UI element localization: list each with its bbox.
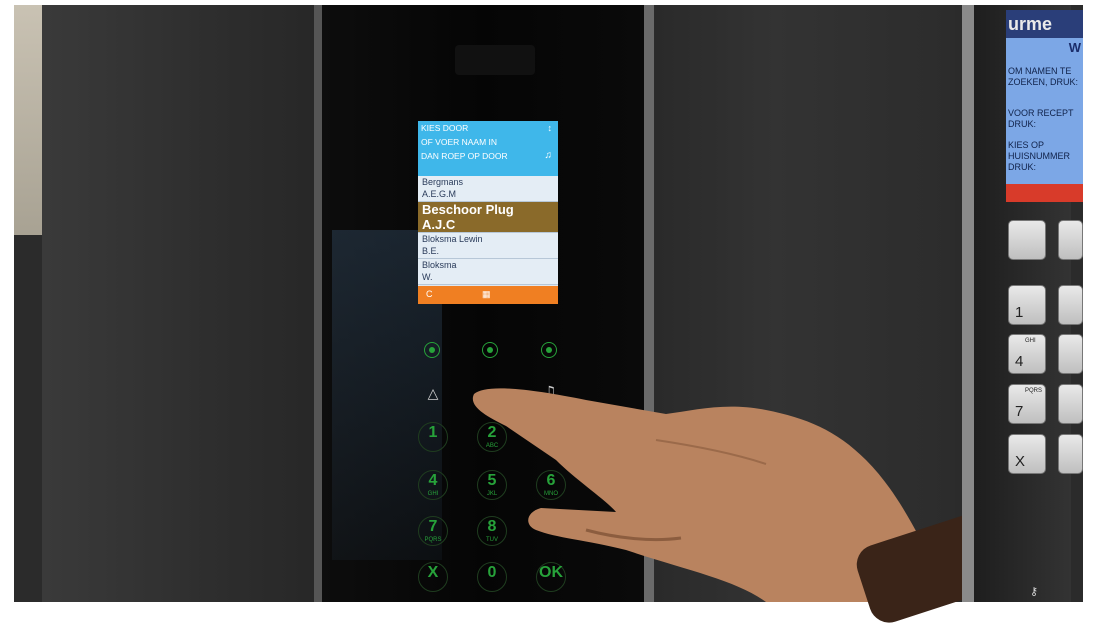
resident-entry-selected[interactable]: Beschoor Plug A.J.C xyxy=(418,202,558,233)
secondary-key-cancel[interactable]: X xyxy=(1008,434,1046,474)
header-line: DAN ROEP OP DOOR xyxy=(421,151,508,161)
resident-name: Bloksma Lewin xyxy=(422,234,483,244)
left-wall-panel xyxy=(42,5,342,602)
speaker-grille xyxy=(455,45,535,75)
keypad-icon: ▦ xyxy=(482,289,491,299)
updown-arrows-icon: ↕ xyxy=(547,123,553,133)
status-led-icon xyxy=(424,342,440,358)
secondary-key[interactable] xyxy=(1058,384,1083,424)
secondary-key[interactable] xyxy=(1058,285,1083,325)
instruction-text: VOOR RECEPT DRUK: xyxy=(1008,108,1074,129)
clear-icon: C xyxy=(426,289,433,299)
header-line: OF VOER NAAM IN xyxy=(421,137,498,147)
display-footer: C ▦ xyxy=(418,286,558,304)
secondary-key-4[interactable]: GHI 4 xyxy=(1008,334,1046,374)
instruction-text: KIES OP HUISNUMMER DRUK: xyxy=(1008,140,1070,172)
secondary-key[interactable] xyxy=(1058,434,1083,474)
resident-name: Bloksma xyxy=(422,260,457,270)
resident-initials: W. xyxy=(422,272,433,282)
scroll-up-button[interactable]: △ xyxy=(418,386,448,402)
brand-label-2: W xyxy=(1068,40,1081,55)
secondary-blank-key[interactable] xyxy=(1008,220,1046,260)
status-led-icon xyxy=(482,342,498,358)
secondary-key-1[interactable]: 1 xyxy=(1008,285,1046,325)
secondary-key-7[interactable]: PQRS 7 xyxy=(1008,384,1046,424)
resident-initials: B.E. xyxy=(422,246,440,256)
brand-label: urme xyxy=(1006,10,1083,38)
keypad-key-1[interactable]: 1 xyxy=(418,422,448,452)
keypad-key-7[interactable]: 7 PQRS xyxy=(418,516,448,546)
resident-entry[interactable]: Bloksma Lewin B.E. xyxy=(418,233,558,259)
resident-initials: A.J.C xyxy=(422,217,456,232)
secondary-display-footer xyxy=(1006,184,1083,202)
secondary-display: urme W OM NAMEN TE ZOEKEN, DRUK: VOOR RE… xyxy=(1006,10,1083,202)
resident-entry[interactable]: Bloksma W. xyxy=(418,259,558,285)
keypad-key-4[interactable]: 4 GHI xyxy=(418,470,448,500)
intercom-display: KIES DOOR OF VOER NAAM IN DAN ROEP OP DO… xyxy=(418,121,558,304)
header-line: KIES DOOR xyxy=(421,123,469,133)
display-header: KIES DOOR OF VOER NAAM IN DAN ROEP OP DO… xyxy=(418,121,558,176)
keypad-key-cancel[interactable]: X xyxy=(418,562,448,592)
resident-entry[interactable]: Bergmans A.E.G.M xyxy=(418,176,558,202)
bell-icon: ♫ xyxy=(544,150,553,161)
secondary-blank-key[interactable] xyxy=(1058,220,1083,260)
key-icon: ⚷ xyxy=(1030,585,1039,598)
resident-name: Beschoor Plug xyxy=(422,202,514,217)
secondary-key[interactable] xyxy=(1058,334,1083,374)
resident-initials: A.E.G.M xyxy=(422,189,457,199)
instruction-text: OM NAMEN TE ZOEKEN, DRUK: xyxy=(1008,66,1079,87)
status-led-icon xyxy=(541,342,557,358)
resident-name: Bergmans xyxy=(422,177,464,187)
background-corner xyxy=(14,5,42,235)
